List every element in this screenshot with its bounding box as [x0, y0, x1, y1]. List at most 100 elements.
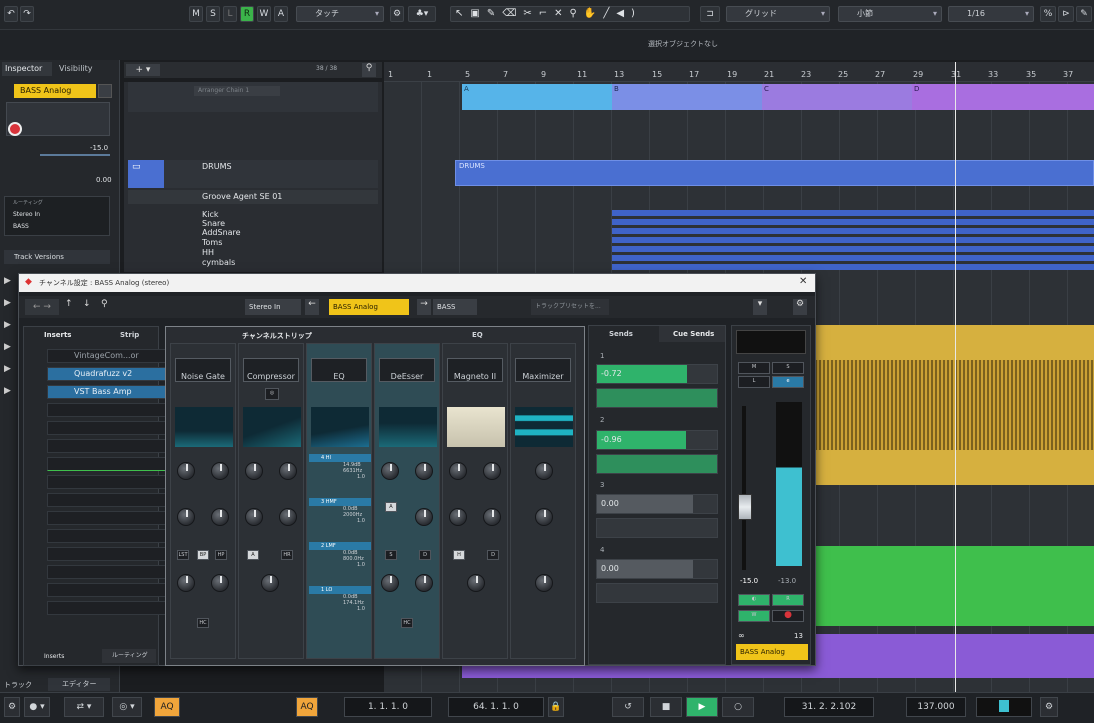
listen-button[interactable]: L [738, 376, 770, 388]
auto-button[interactable]: A [385, 502, 397, 512]
output-knob[interactable] [535, 574, 553, 592]
hold-button[interactable]: HR [281, 550, 293, 560]
lock-icon[interactable]: 🔒 [548, 697, 564, 717]
q-knob[interactable] [211, 574, 229, 592]
arranger-event[interactable]: B [612, 84, 762, 110]
window-titlebar[interactable]: ◆ チャンネル設定 : BASS Analog (stereo) ✕ [19, 274, 815, 292]
snap-type-icon[interactable]: ⊐ [700, 6, 720, 22]
glue-tool-icon[interactable]: ⌐ [539, 8, 554, 19]
grid-type-dropdown[interactable]: グリッド [726, 6, 830, 22]
mode-s-button[interactable]: S [206, 6, 220, 22]
expand-icon[interactable]: ▶ [4, 386, 16, 408]
mute-tool-icon[interactable]: ✕ [554, 8, 569, 19]
insert-slot-empty[interactable] [47, 421, 171, 435]
strip-module-compressor[interactable]: Compressor ◎ A HR [238, 343, 304, 659]
strip-module-eq[interactable]: EQ 4 HI 14.9dB 6631Hz 1.0 3 HMF 0.0dB 20… [306, 343, 372, 659]
output-routing[interactable]: BASS [13, 223, 29, 230]
eq-band-4[interactable]: 4 HI 14.9dB 6631Hz 1.0 [309, 454, 371, 494]
module-name[interactable]: Compressor [243, 358, 299, 382]
quantize-dropdown[interactable]: 1/16 [948, 6, 1034, 22]
insert-slot-empty[interactable] [47, 493, 171, 507]
input-routing-dropdown[interactable]: Stereo In [245, 299, 301, 315]
insert-slot[interactable]: VintageCom...or [47, 349, 171, 363]
insert-slot-empty[interactable] [47, 529, 171, 543]
tab-editor[interactable]: エディター [48, 678, 110, 691]
threshold-knob[interactable] [381, 462, 399, 480]
cycle-button[interactable]: ↺ [612, 697, 644, 717]
output-arrow-icon[interactable]: → [417, 299, 431, 315]
input-arrow-icon[interactable]: ← [305, 299, 319, 315]
lf-knob[interactable] [483, 462, 501, 480]
read-button[interactable]: R [772, 594, 804, 606]
send-level[interactable]: -0.72 [596, 364, 718, 384]
release-knob[interactable] [415, 508, 433, 526]
track-row[interactable]: cymbals [128, 258, 382, 267]
threshold-knob[interactable] [177, 462, 195, 480]
send-level[interactable]: 0.00 [596, 559, 718, 579]
arranger-event[interactable]: D [912, 84, 1094, 110]
hi-freq-knob[interactable] [415, 574, 433, 592]
expand-icon[interactable]: ▶ [4, 364, 16, 386]
transport-aq-button[interactable]: AQ [296, 697, 318, 717]
bar-unit-dropdown[interactable]: 小節 [838, 6, 942, 22]
strip-module-noise-gate[interactable]: Noise Gate LST BP HP HC [170, 343, 236, 659]
arranger-event[interactable]: C [762, 84, 912, 110]
add-track-button[interactable]: + ▾ [126, 64, 160, 76]
filter-bp-button[interactable]: BP [197, 550, 209, 560]
volume-readout[interactable]: -15.0 [90, 144, 108, 152]
edit-instrument-icon[interactable] [98, 84, 112, 98]
strip-module-maximizer[interactable]: Maximizer [510, 343, 576, 659]
pan-control[interactable] [736, 330, 806, 354]
fader-channel-name[interactable]: BASS Analog [736, 644, 808, 660]
arranger-chain-dropdown[interactable]: Arranger Chain 1 [194, 86, 280, 96]
position-display[interactable]: 31. 2. 2.102 [784, 697, 874, 717]
write-button[interactable]: W [738, 610, 770, 622]
freq-knob[interactable] [177, 574, 195, 592]
power-icon[interactable]: ◎ [265, 388, 279, 400]
filter-lst-button[interactable]: LST [177, 550, 189, 560]
pan-readout[interactable]: 0.00 [96, 176, 112, 184]
send-pan[interactable] [596, 518, 718, 538]
volume-fader[interactable] [742, 406, 746, 570]
range-tool-icon[interactable]: ▣ [470, 8, 486, 19]
expand-icon[interactable]: ▶ [4, 320, 16, 342]
tab-track[interactable]: トラック [4, 680, 32, 690]
aq-button[interactable]: AQ [154, 697, 180, 717]
arranger-event[interactable]: A [462, 84, 612, 110]
attack-knob[interactable] [245, 508, 263, 526]
strip-module-magneto[interactable]: Magneto II H D [442, 343, 508, 659]
tab-inspector[interactable]: Inspector [2, 62, 52, 76]
release-knob[interactable] [279, 508, 297, 526]
record-button[interactable]: ○ [722, 697, 754, 717]
auto-button[interactable]: A [247, 550, 259, 560]
dual-button[interactable]: D [487, 550, 499, 560]
monitor-button[interactable]: ◐ [738, 594, 770, 606]
track-preset-field[interactable]: トラックプリセットを... [531, 299, 609, 315]
track-versions-section[interactable]: Track Versions [4, 250, 110, 264]
edit-icon[interactable]: ✎ [1076, 6, 1092, 22]
cycle-mode-icon[interactable]: ⇄ ▾ [64, 697, 104, 717]
release-knob[interactable] [211, 508, 229, 526]
filter-button[interactable]: HC [401, 618, 413, 628]
insert-slot-empty[interactable] [47, 511, 171, 525]
right-locator[interactable]: 64. 1. 1. 0 [448, 697, 544, 717]
inspector-track-name[interactable]: BASS Analog [14, 84, 96, 98]
mode-l-button[interactable]: L [223, 6, 237, 22]
nav-back-icon[interactable]: ← → [25, 299, 59, 315]
track-row[interactable]: AddSnare [128, 228, 382, 237]
track-row[interactable]: Kick [128, 210, 382, 219]
listen-button[interactable]: HC [197, 618, 209, 628]
tab-cue-sends[interactable]: Cue Sends [659, 326, 725, 342]
threshold-knob[interactable] [245, 462, 263, 480]
tempo-display[interactable]: 137.000 [906, 697, 966, 717]
hf-knob[interactable] [483, 508, 501, 526]
diff-button[interactable]: D [419, 550, 431, 560]
insert-slot[interactable]: VST Bass Amp [47, 385, 171, 399]
filter-hp-button[interactable]: HP [215, 550, 227, 560]
link-icon[interactable]: ∞ [738, 631, 745, 640]
record-mode-icon[interactable]: ● ▾ [24, 697, 50, 717]
fader-value[interactable]: -15.0 [740, 577, 758, 585]
insert-slot-empty[interactable] [47, 583, 171, 597]
tab-visibility[interactable]: Visibility [56, 62, 106, 76]
pencil-tool-icon[interactable]: ✎ [487, 8, 502, 19]
